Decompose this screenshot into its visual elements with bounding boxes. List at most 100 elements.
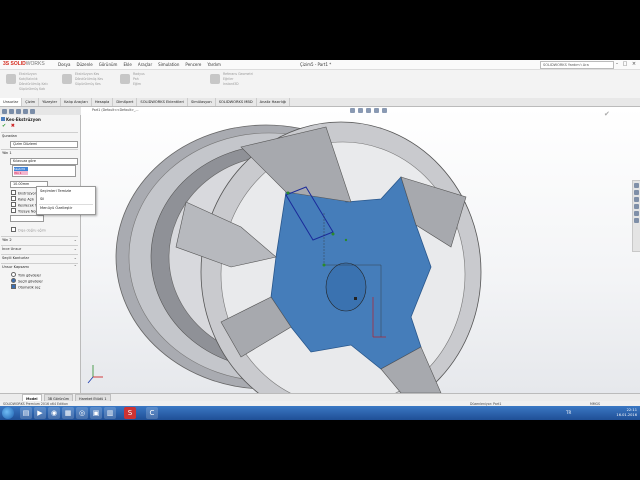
menu-help[interactable]: Yardım (207, 62, 220, 67)
tab-mold-tools[interactable]: Kalıp Araçları (61, 98, 92, 106)
fillet-icon[interactable] (120, 74, 130, 84)
explorer-icon[interactable]: ▤ (20, 407, 32, 419)
solidworks-logo[interactable]: 3S SOLIDWORKS (3, 61, 45, 67)
menu-simulation[interactable]: Simulation (158, 62, 179, 67)
scope-auto-select[interactable]: Otomatik seç (11, 284, 40, 290)
chevron-up-icon[interactable]: ⌃ (74, 264, 77, 269)
checkbox[interactable] (11, 196, 16, 201)
thin-feature-label[interactable]: İnce Unsur (2, 247, 21, 251)
cancel-button[interactable]: ✖ (11, 123, 15, 129)
checkbox[interactable] (11, 208, 16, 213)
view-palette-icon[interactable] (634, 204, 639, 209)
checkbox[interactable] (11, 227, 16, 232)
menu-edit[interactable]: Düzenle (76, 62, 92, 67)
maximize-icon[interactable]: □ (622, 61, 628, 67)
scope-all-bodies[interactable]: Tüm gövdeler (11, 272, 41, 278)
tab-analysis-prep[interactable]: Analiz Hazırlığı (257, 98, 291, 106)
solidworks-taskbar-icon[interactable]: S (124, 407, 136, 419)
settings-icon[interactable]: ▥ (104, 407, 116, 419)
appearances-icon[interactable] (634, 211, 639, 216)
chevron-down-icon[interactable]: ⌄ (74, 246, 77, 251)
radio[interactable] (11, 272, 16, 277)
option-draft-outward[interactable]: Dışa doğru eğim (11, 227, 46, 233)
direction2-section-label[interactable]: Yön 2 (2, 238, 12, 242)
ribbon-label[interactable]: Eğim (133, 82, 167, 87)
extrude-boss-icon[interactable] (6, 74, 16, 84)
selected-direction-item[interactable]: Yön 1 (14, 171, 28, 175)
language-indicator[interactable]: TR (566, 410, 571, 415)
direction1-dropdown[interactable]: Kılavuza göre (10, 158, 78, 165)
browser-icon[interactable]: ◎ (76, 407, 88, 419)
media-player-icon[interactable]: ▶ (34, 407, 46, 419)
display-manager-icon[interactable] (30, 108, 35, 114)
custom-properties-icon[interactable] (634, 218, 639, 223)
option-draft[interactable]: Kalıp Açılı (11, 196, 34, 202)
scope-selected-bodies[interactable]: Seçili gövdeler (11, 278, 43, 284)
start-button[interactable] (2, 407, 14, 419)
menu-item-customize[interactable]: Menüyü Özelleştir (40, 206, 72, 210)
ribbon-label[interactable]: Süpürülmüş Katı (19, 87, 53, 92)
confirmation-check-icon[interactable]: ✔ (604, 110, 610, 118)
direction1-section-label[interactable]: Yön 1 (2, 151, 12, 155)
checkbox[interactable] (11, 284, 16, 289)
close-icon[interactable]: × (631, 61, 637, 67)
tab-simulation[interactable]: Simülasyon (188, 98, 216, 106)
config-manager-icon[interactable] (16, 108, 21, 114)
tab-addins[interactable]: SOLIDWORKS Eklentileri (137, 98, 188, 106)
extrude-cut-icon[interactable] (62, 74, 72, 84)
tab-mbd[interactable]: SOLIDWORKS MBD (216, 98, 257, 106)
resources-icon[interactable] (634, 183, 639, 188)
menu-tools[interactable]: Araçlar (138, 62, 152, 67)
feature-tree-flyout[interactable]: Part1 (Default<<Default>_... (92, 108, 139, 112)
ribbon-label[interactable]: Süpürülmüş Kes (75, 82, 109, 87)
menu-item-clear-selections[interactable]: Seçimleri Temizle (40, 189, 71, 193)
menu-item-delete[interactable]: Sil (40, 197, 44, 201)
ribbon-group-cut: Ekstrüzyon Kes Döndürülmüş Kes Süpürülmü… (62, 72, 109, 96)
from-dropdown[interactable]: Çizim Düzlemi (10, 141, 78, 148)
draft-angle-input[interactable] (10, 215, 44, 222)
menu-view[interactable]: Görünüm (99, 62, 118, 67)
tab-evaluate[interactable]: Hesapla (92, 98, 114, 106)
tab-sketch[interactable]: Çizim (22, 98, 40, 106)
units-selector[interactable]: MMGS (590, 402, 600, 406)
chevron-down-icon[interactable]: ⌄ (74, 237, 77, 242)
tab-dimxpert[interactable]: DimXpert (113, 98, 138, 106)
design-library-icon[interactable] (634, 190, 639, 195)
wheel-model[interactable] (81, 107, 640, 393)
radio[interactable] (11, 278, 16, 283)
ok-button[interactable]: ✔ (2, 123, 6, 129)
ribbon-label[interactable]: Ekstrüzyon Katı/Kalınlık (19, 72, 53, 82)
chrome-icon[interactable]: ◉ (48, 407, 60, 419)
menu-file[interactable]: Dosya (58, 62, 70, 67)
direction-selection-list[interactable]: Sketch5 Yön 1 (12, 165, 76, 177)
tab-features[interactable]: Unsurlar (0, 98, 23, 106)
from-section-label[interactable]: Şuradan (2, 134, 17, 138)
zoom-area-icon[interactable] (358, 108, 363, 113)
minimize-icon[interactable]: – (614, 61, 620, 67)
ribbon-label[interactable]: Instant3D (223, 82, 257, 87)
zoom-fit-icon[interactable] (350, 108, 355, 113)
display-style-icon[interactable] (382, 108, 387, 113)
divider (1, 236, 78, 237)
checkbox[interactable] (11, 202, 16, 207)
checkbox[interactable] (11, 190, 16, 195)
media-icon[interactable]: ▣ (90, 407, 102, 419)
system-clock[interactable]: 22:11 16.01.2016 (616, 408, 637, 418)
dimxpert-icon[interactable] (23, 108, 28, 114)
feature-tree-icon[interactable] (2, 108, 7, 114)
reference-geometry-icon[interactable] (210, 74, 220, 84)
graphics-viewport[interactable] (81, 107, 640, 393)
section-view-icon[interactable] (366, 108, 371, 113)
menu-insert[interactable]: Ekle (123, 62, 131, 67)
camtasia-icon[interactable]: C (146, 407, 158, 419)
folder-icon[interactable]: ▦ (62, 407, 74, 419)
chevron-down-icon[interactable]: ⌄ (74, 255, 77, 260)
selected-contours-label[interactable]: Seçili Konturlar (2, 256, 29, 260)
file-explorer-icon[interactable] (634, 197, 639, 202)
menu-window[interactable]: Pencere (185, 62, 201, 67)
tab-surfaces[interactable]: Yüzeyler (39, 98, 62, 106)
property-manager-icon[interactable] (9, 108, 14, 114)
feature-scope-label[interactable]: Unsur Kapsamı (2, 265, 29, 269)
view-orientation-icon[interactable] (374, 108, 379, 113)
help-search-input[interactable]: SOLIDWORKS Yardım'ı Ara (540, 61, 614, 69)
